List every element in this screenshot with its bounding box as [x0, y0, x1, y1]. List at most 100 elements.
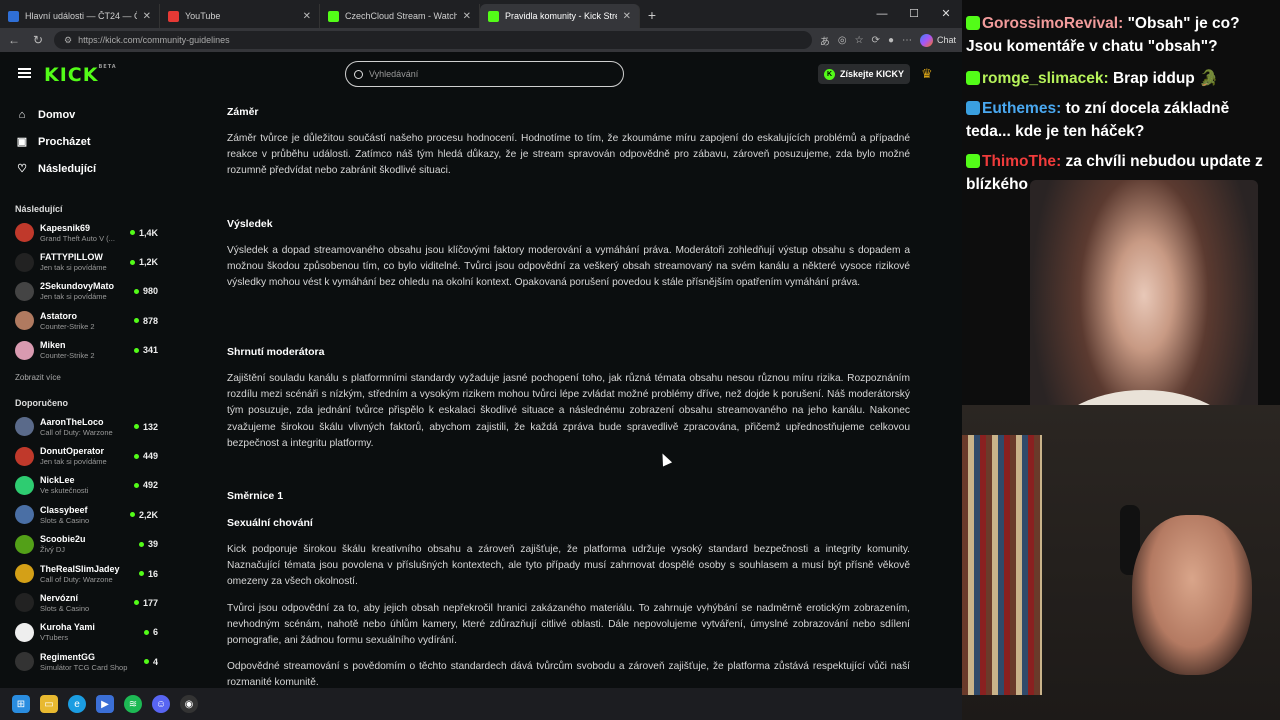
edge-icon[interactable]: e: [68, 695, 86, 713]
channel-name: Kuroha Yami: [40, 622, 95, 633]
viewer-count-value: 341: [142, 345, 158, 356]
recommended-section-title: Doporučeno: [15, 397, 68, 408]
channel-item[interactable]: Kuroha Yami VTubers 6: [0, 618, 168, 647]
channel-category: VTubers: [40, 633, 69, 643]
avatar: [15, 446, 34, 466]
live-dot-icon: [133, 347, 139, 353]
tab-youtube[interactable]: YouTube ✕: [160, 4, 320, 28]
viewer-count-value: 132: [142, 421, 158, 432]
trophy-icon[interactable]: ♛: [921, 66, 933, 82]
close-icon[interactable]: ✕: [143, 11, 151, 22]
channel-item[interactable]: Kapesnik69 Grand Theft Auto V (... 1,4K: [0, 218, 168, 247]
tab-czechcloud[interactable]: CzechCloud Stream - Watch Live o ✕: [320, 4, 480, 28]
channel-info: Kapesnik69 Grand Theft Auto V (...: [40, 223, 124, 243]
close-icon[interactable]: ✕: [623, 11, 631, 22]
screen: Hlavní události — ČT24 — Česká t ✕ YouTub…: [0, 0, 1280, 720]
channel-item[interactable]: AaronTheLoco Call of Duty: Warzone 132: [0, 412, 168, 441]
channel-item[interactable]: FATTYPILLOW Jen tak si povídáme 1,2K: [0, 247, 168, 276]
viewer-count: 878: [133, 316, 158, 326]
back-icon[interactable]: ←: [6, 33, 22, 47]
menu-icon[interactable]: [18, 68, 31, 78]
viewer-count-value: 492: [142, 480, 158, 491]
minimize-icon[interactable]: —: [866, 0, 898, 28]
chat-message: Euthemes: to zní docela základně teda...…: [966, 100, 1230, 140]
live-dot-icon: [133, 288, 139, 294]
windows-start-icon[interactable]: ⊞: [12, 695, 30, 713]
copilot-chat-button[interactable]: Chat: [919, 33, 956, 47]
sidebar: ⌂ Domov ▣ Procházet ♡ Následující Následují…: [0, 96, 168, 688]
channel-name: FATTYPILLOW: [40, 252, 103, 263]
live-dot-icon: [129, 512, 135, 518]
refresh-extension-icon[interactable]: ⟳: [872, 35, 880, 46]
viewer-count-value: 16: [147, 568, 158, 579]
avatar: [15, 534, 34, 554]
channel-category: Ve skutečnosti: [40, 486, 89, 496]
channel-category: Simulátor TCG Card Shop: [40, 662, 128, 672]
nav-following[interactable]: ♡ Následující: [0, 155, 168, 182]
viewer-count-value: 2,2K: [138, 509, 158, 520]
favorite-star-icon[interactable]: ☆: [855, 35, 864, 46]
viewer-count: 132: [133, 421, 158, 432]
chat-username: GorossimoRevival: [982, 15, 1119, 32]
kick-logo[interactable]: KICKBETA: [44, 64, 117, 86]
live-dot-icon: [133, 453, 139, 459]
channel-item[interactable]: 2SekundovyMato Jen tak si povídáme 980: [0, 277, 168, 306]
maximize-icon[interactable]: ☐: [898, 0, 930, 28]
channel-item[interactable]: Classybeef Slots & Casino 2,2K: [0, 500, 168, 529]
reload-icon[interactable]: ↻: [30, 33, 46, 47]
logo-beta: BETA: [98, 64, 117, 70]
reader-icon[interactable]: ◎: [838, 35, 847, 46]
ct24-favicon-icon: [8, 10, 19, 22]
get-kicky-button[interactable]: K Získejte KICKY: [818, 64, 911, 84]
more-icon[interactable]: ⋯: [902, 35, 912, 46]
discord-icon[interactable]: ☺: [152, 695, 170, 713]
channel-item[interactable]: DonutOperator Jen tak si povídáme 449: [0, 441, 168, 470]
avatar: [15, 281, 34, 301]
close-window-icon[interactable]: ✕: [930, 0, 962, 28]
channel-item[interactable]: Miken Counter-Strike 2 341: [0, 336, 168, 365]
nav-home[interactable]: ⌂ Domov: [0, 101, 168, 128]
show-more-link[interactable]: Zobrazit více: [0, 373, 168, 382]
copilot-icon: [919, 33, 933, 47]
live-dot-icon: [133, 318, 139, 324]
tab-title: YouTube: [185, 11, 221, 21]
viewer-count: 492: [133, 480, 158, 491]
channel-category: Grand Theft Auto V (...: [40, 233, 115, 243]
nav-label: Následující: [38, 162, 97, 175]
channel-info: DonutOperator Jen tak si povídáme: [40, 446, 128, 466]
channel-item[interactable]: TheRealSlimJadey Call of Duty: Warzone 16: [0, 559, 168, 588]
channel-name: TheRealSlimJadey: [40, 563, 120, 574]
channel-item[interactable]: NickLee Ve skutečnosti 492: [0, 471, 168, 500]
browser-window: Hlavní události — ČT24 — Česká t ✕ YouTub…: [0, 0, 962, 720]
translate-icon[interactable]: あ: [820, 33, 830, 48]
file-explorer-icon[interactable]: ▭: [40, 695, 58, 713]
section-heading: Směrnice 1: [227, 490, 284, 502]
channel-item[interactable]: Astatoro Counter-Strike 2 878: [0, 306, 168, 335]
close-icon[interactable]: ✕: [303, 11, 311, 22]
tab-ct24[interactable]: Hlavní události — ČT24 — Česká t ✕: [0, 4, 160, 28]
live-dot-icon: [129, 230, 135, 236]
kick-favicon-icon: [488, 10, 499, 22]
spotify-icon[interactable]: ≋: [124, 695, 142, 713]
url-field[interactable]: ⚙ https://kick.com/community-guidelines: [54, 31, 812, 49]
channel-name: AaronTheLoco: [40, 416, 104, 427]
obs-icon[interactable]: ◉: [180, 695, 198, 713]
live-dot-icon: [138, 541, 144, 547]
avatar: [15, 417, 34, 437]
profile-icon[interactable]: ●: [888, 35, 894, 46]
search-placeholder: Vyhledávání: [369, 69, 419, 79]
tab-pravidla[interactable]: Pravidla komunity - Kick Streamin ✕: [480, 4, 640, 28]
site-info-icon[interactable]: ⚙: [64, 35, 72, 46]
channel-item[interactable]: Scoobie2u Živý DJ 39: [0, 530, 168, 559]
app-icon[interactable]: ▶: [96, 695, 114, 713]
search-input[interactable]: Vyhledávání: [345, 61, 624, 87]
close-icon[interactable]: ✕: [463, 11, 471, 22]
kick-badge-icon: [966, 16, 980, 30]
paragraph: Výsledek a dopad streamovaného obsahu js…: [227, 245, 910, 289]
nav-browse[interactable]: ▣ Procházet: [0, 128, 168, 155]
channel-item[interactable]: Nervózní Slots & Casino 177: [0, 588, 168, 617]
channel-item[interactable]: RegimentGG Simulátor TCG Card Shop 4: [0, 647, 168, 676]
new-tab-button[interactable]: +: [640, 4, 664, 28]
viewer-count-value: 39: [147, 539, 158, 550]
chat-text: Brap iddup 🐊: [1112, 70, 1219, 87]
